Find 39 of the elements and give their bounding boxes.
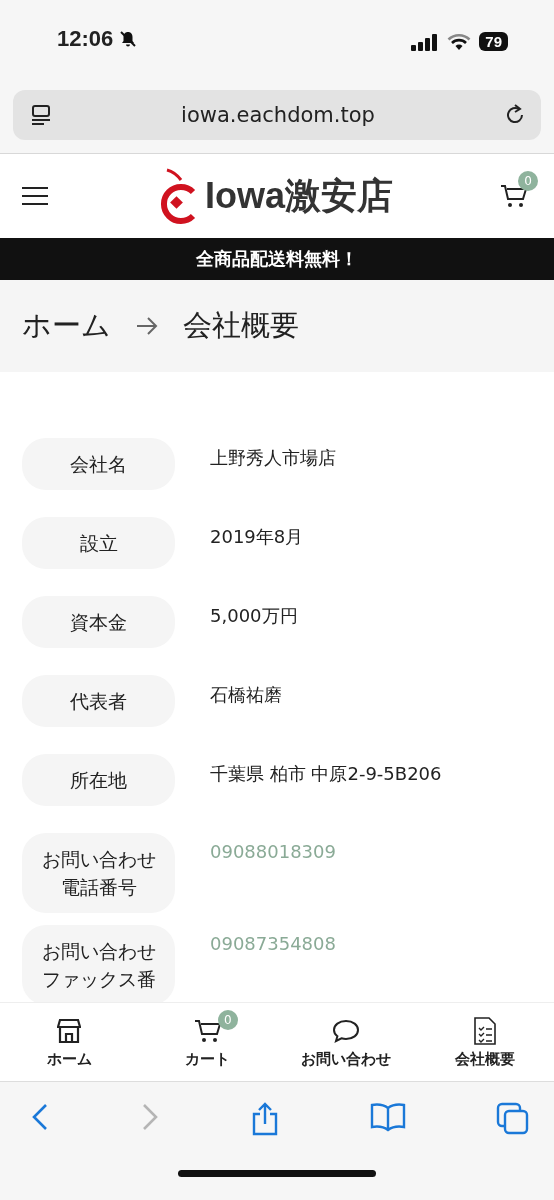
field-label: 所在地 (22, 754, 175, 806)
nav-tab[interactable]: お問い合わせ (277, 1003, 416, 1081)
checklist-icon (473, 1016, 496, 1045)
cart-count-badge: 0 (518, 171, 538, 191)
breadcrumb-link[interactable]: ホーム (22, 306, 111, 346)
battery-indicator: 79 (479, 32, 508, 51)
share-button[interactable] (250, 1102, 280, 1136)
field-value: 千葉県 柏市 中原2-9-5B206 (210, 762, 442, 786)
shop-logo[interactable]: Iowa激安店 (205, 171, 393, 221)
shop-icon (57, 1017, 82, 1044)
field-label: お問い合わせファックス番 (22, 925, 175, 1002)
signal-icon (411, 32, 440, 51)
arrow-right-icon (135, 316, 159, 336)
breadcrumb-current: 会社概要 (183, 307, 299, 344)
muted-bell-icon (119, 30, 138, 48)
field-value: 2019年8月 (210, 525, 304, 549)
url-text: iowa.eachdom.top (181, 103, 375, 127)
field-value: 5,000万円 (210, 604, 298, 628)
field-label: 代表者 (22, 675, 175, 727)
nav-tab[interactable]: 0 カート (138, 1003, 277, 1081)
status-time: 12:06 (57, 26, 114, 52)
cart-icon (193, 1017, 222, 1044)
field-value: 石橋祐磨 (210, 683, 282, 707)
field-label: お問い合わせ電話番号 (22, 833, 175, 913)
promo-banner: 全商品配送料無料！ (0, 238, 554, 280)
cart-count-badge: 0 (217, 1009, 238, 1030)
wifi-icon (447, 32, 472, 51)
field-label: 資本金 (22, 596, 175, 648)
menu-icon[interactable] (22, 186, 48, 206)
page-menu-icon[interactable] (29, 103, 53, 127)
field-label: 会社名 (22, 438, 175, 490)
field-value: 上野秀人市場店 (210, 446, 336, 470)
nav-tab[interactable]: ホーム (0, 1003, 139, 1081)
chat-bubble-icon (332, 1018, 361, 1043)
tabs-button[interactable] (496, 1102, 530, 1136)
nav-tab[interactable]: 会社概要 (415, 1003, 554, 1081)
cart-icon[interactable] (500, 183, 528, 209)
address-bar[interactable]: iowa.eachdom.top (13, 90, 541, 140)
field-label: 設立 (22, 517, 175, 569)
